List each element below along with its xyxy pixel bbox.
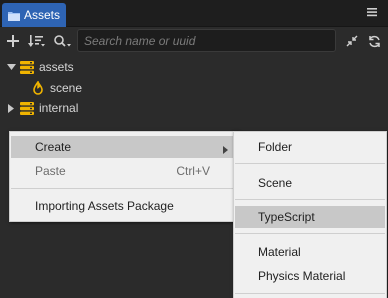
create-submenu: Folder Scene TypeScript Material Physics… <box>233 131 387 298</box>
tab-title: Assets <box>24 8 61 22</box>
menu-separator <box>235 233 385 234</box>
collapse-icon[interactable] <box>344 31 360 51</box>
search-input[interactable]: Search name or uuid <box>77 29 336 52</box>
tree-item-label: internal <box>39 101 79 115</box>
menu-separator <box>235 293 385 294</box>
menu-item-label: Folder <box>258 140 293 154</box>
refresh-icon[interactable] <box>366 31 382 51</box>
tree-item-label: assets <box>39 60 74 74</box>
panel-tab-bar: Assets <box>0 0 388 27</box>
sort-icon[interactable] <box>27 31 47 51</box>
menu-item-label: Paste <box>35 164 66 178</box>
tree-item-assets[interactable]: assets <box>6 57 74 77</box>
menu-item-paste[interactable]: Paste Ctrl+V <box>11 160 236 182</box>
menu-item-label: Importing Assets Package <box>35 199 174 213</box>
folder-icon <box>8 10 20 21</box>
assets-toolbar: Search name or uuid <box>0 27 388 55</box>
menu-item-create[interactable]: Create <box>11 136 236 158</box>
menu-item-label: Material <box>258 245 301 259</box>
tree-item-scene[interactable]: scene <box>32 78 82 98</box>
submenu-item-physics-material[interactable]: Physics Material <box>235 265 385 287</box>
submenu-item-folder[interactable]: Folder <box>235 136 385 158</box>
tab-assets[interactable]: Assets <box>2 3 66 27</box>
menu-item-label: TypeScript <box>258 210 315 224</box>
database-icon <box>20 60 34 74</box>
menu-item-shortcut: Ctrl+V <box>176 164 210 178</box>
menu-separator <box>235 163 385 164</box>
submenu-item-scene[interactable]: Scene <box>235 172 385 194</box>
submenu-arrow-icon <box>223 143 228 157</box>
tree-item-internal[interactable]: internal <box>6 98 78 118</box>
menu-item-label: Create <box>35 140 72 154</box>
menu-item-label: Scene <box>258 176 293 190</box>
submenu-item-material[interactable]: Material <box>235 241 385 263</box>
plus-icon[interactable] <box>5 31 21 51</box>
caret-right-icon[interactable] <box>6 103 16 113</box>
submenu-item-typescript[interactable]: TypeScript <box>235 206 385 228</box>
search-placeholder: Search name or uuid <box>84 34 196 48</box>
context-menu: Create Paste Ctrl+V Importing Assets Pac… <box>9 131 238 222</box>
menu-separator <box>235 199 385 200</box>
tree-item-label: scene <box>50 81 83 95</box>
menu-item-import-package[interactable]: Importing Assets Package <box>11 195 236 217</box>
database-icon <box>20 101 34 115</box>
menu-separator <box>11 188 236 189</box>
caret-down-icon[interactable] <box>6 62 16 72</box>
hamburger-icon[interactable] <box>366 6 378 20</box>
magnifier-dropdown-icon[interactable] <box>53 31 73 51</box>
menu-item-label: Physics Material <box>258 269 346 283</box>
scene-icon <box>32 81 44 95</box>
